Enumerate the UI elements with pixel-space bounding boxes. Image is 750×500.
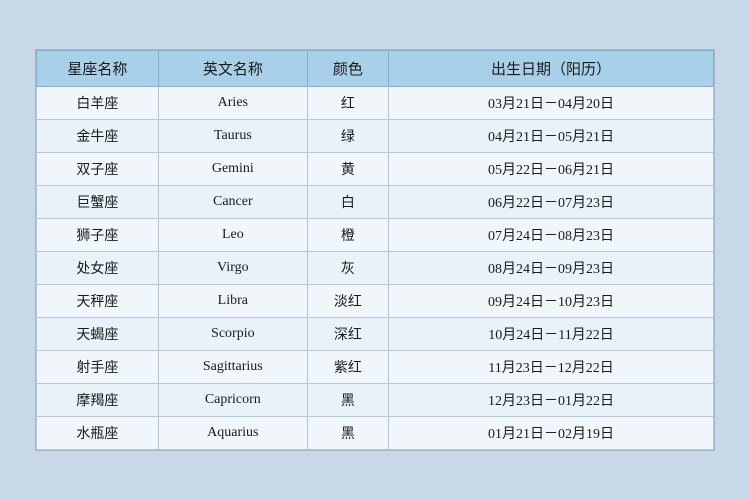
cell-chinese: 双子座 xyxy=(37,153,159,186)
cell-date: 04月21日－05月21日 xyxy=(389,120,714,153)
table-row: 射手座Sagittarius紫红11月23日－12月22日 xyxy=(37,351,714,384)
cell-english: Capricorn xyxy=(158,384,307,417)
cell-color: 灰 xyxy=(307,252,388,285)
cell-color: 黑 xyxy=(307,417,388,450)
cell-date: 09月24日－10月23日 xyxy=(389,285,714,318)
cell-color: 橙 xyxy=(307,219,388,252)
cell-date: 07月24日－08月23日 xyxy=(389,219,714,252)
zodiac-table-container: 星座名称 英文名称 颜色 出生日期（阳历） 白羊座Aries红03月21日－04… xyxy=(35,49,715,451)
cell-date: 03月21日－04月20日 xyxy=(389,87,714,120)
table-row: 天秤座Libra淡红09月24日－10月23日 xyxy=(37,285,714,318)
cell-date: 05月22日－06月21日 xyxy=(389,153,714,186)
table-row: 水瓶座Aquarius黑01月21日－02月19日 xyxy=(37,417,714,450)
cell-english: Aquarius xyxy=(158,417,307,450)
cell-color: 紫红 xyxy=(307,351,388,384)
cell-color: 黑 xyxy=(307,384,388,417)
cell-chinese: 射手座 xyxy=(37,351,159,384)
cell-english: Aries xyxy=(158,87,307,120)
cell-color: 绿 xyxy=(307,120,388,153)
table-row: 白羊座Aries红03月21日－04月20日 xyxy=(37,87,714,120)
cell-date: 11月23日－12月22日 xyxy=(389,351,714,384)
table-row: 天蝎座Scorpio深红10月24日－11月22日 xyxy=(37,318,714,351)
cell-english: Leo xyxy=(158,219,307,252)
table-row: 双子座Gemini黄05月22日－06月21日 xyxy=(37,153,714,186)
cell-chinese: 摩羯座 xyxy=(37,384,159,417)
cell-chinese: 天秤座 xyxy=(37,285,159,318)
cell-english: Cancer xyxy=(158,186,307,219)
cell-english: Sagittarius xyxy=(158,351,307,384)
table-row: 金牛座Taurus绿04月21日－05月21日 xyxy=(37,120,714,153)
cell-date: 10月24日－11月22日 xyxy=(389,318,714,351)
cell-color: 黄 xyxy=(307,153,388,186)
cell-chinese: 水瓶座 xyxy=(37,417,159,450)
table-row: 摩羯座Capricorn黑12月23日－01月22日 xyxy=(37,384,714,417)
cell-english: Libra xyxy=(158,285,307,318)
header-color: 颜色 xyxy=(307,51,388,87)
cell-chinese: 处女座 xyxy=(37,252,159,285)
cell-color: 淡红 xyxy=(307,285,388,318)
cell-english: Virgo xyxy=(158,252,307,285)
cell-date: 06月22日－07月23日 xyxy=(389,186,714,219)
zodiac-table: 星座名称 英文名称 颜色 出生日期（阳历） 白羊座Aries红03月21日－04… xyxy=(36,50,714,450)
table-row: 狮子座Leo橙07月24日－08月23日 xyxy=(37,219,714,252)
cell-chinese: 白羊座 xyxy=(37,87,159,120)
cell-english: Gemini xyxy=(158,153,307,186)
cell-chinese: 金牛座 xyxy=(37,120,159,153)
cell-english: Taurus xyxy=(158,120,307,153)
cell-date: 12月23日－01月22日 xyxy=(389,384,714,417)
table-body: 白羊座Aries红03月21日－04月20日金牛座Taurus绿04月21日－0… xyxy=(37,87,714,450)
table-row: 巨蟹座Cancer白06月22日－07月23日 xyxy=(37,186,714,219)
cell-date: 01月21日－02月19日 xyxy=(389,417,714,450)
header-english: 英文名称 xyxy=(158,51,307,87)
cell-color: 红 xyxy=(307,87,388,120)
cell-color: 白 xyxy=(307,186,388,219)
cell-chinese: 巨蟹座 xyxy=(37,186,159,219)
table-header-row: 星座名称 英文名称 颜色 出生日期（阳历） xyxy=(37,51,714,87)
cell-color: 深红 xyxy=(307,318,388,351)
table-row: 处女座Virgo灰08月24日－09月23日 xyxy=(37,252,714,285)
cell-chinese: 天蝎座 xyxy=(37,318,159,351)
cell-chinese: 狮子座 xyxy=(37,219,159,252)
cell-english: Scorpio xyxy=(158,318,307,351)
header-chinese: 星座名称 xyxy=(37,51,159,87)
header-date: 出生日期（阳历） xyxy=(389,51,714,87)
cell-date: 08月24日－09月23日 xyxy=(389,252,714,285)
